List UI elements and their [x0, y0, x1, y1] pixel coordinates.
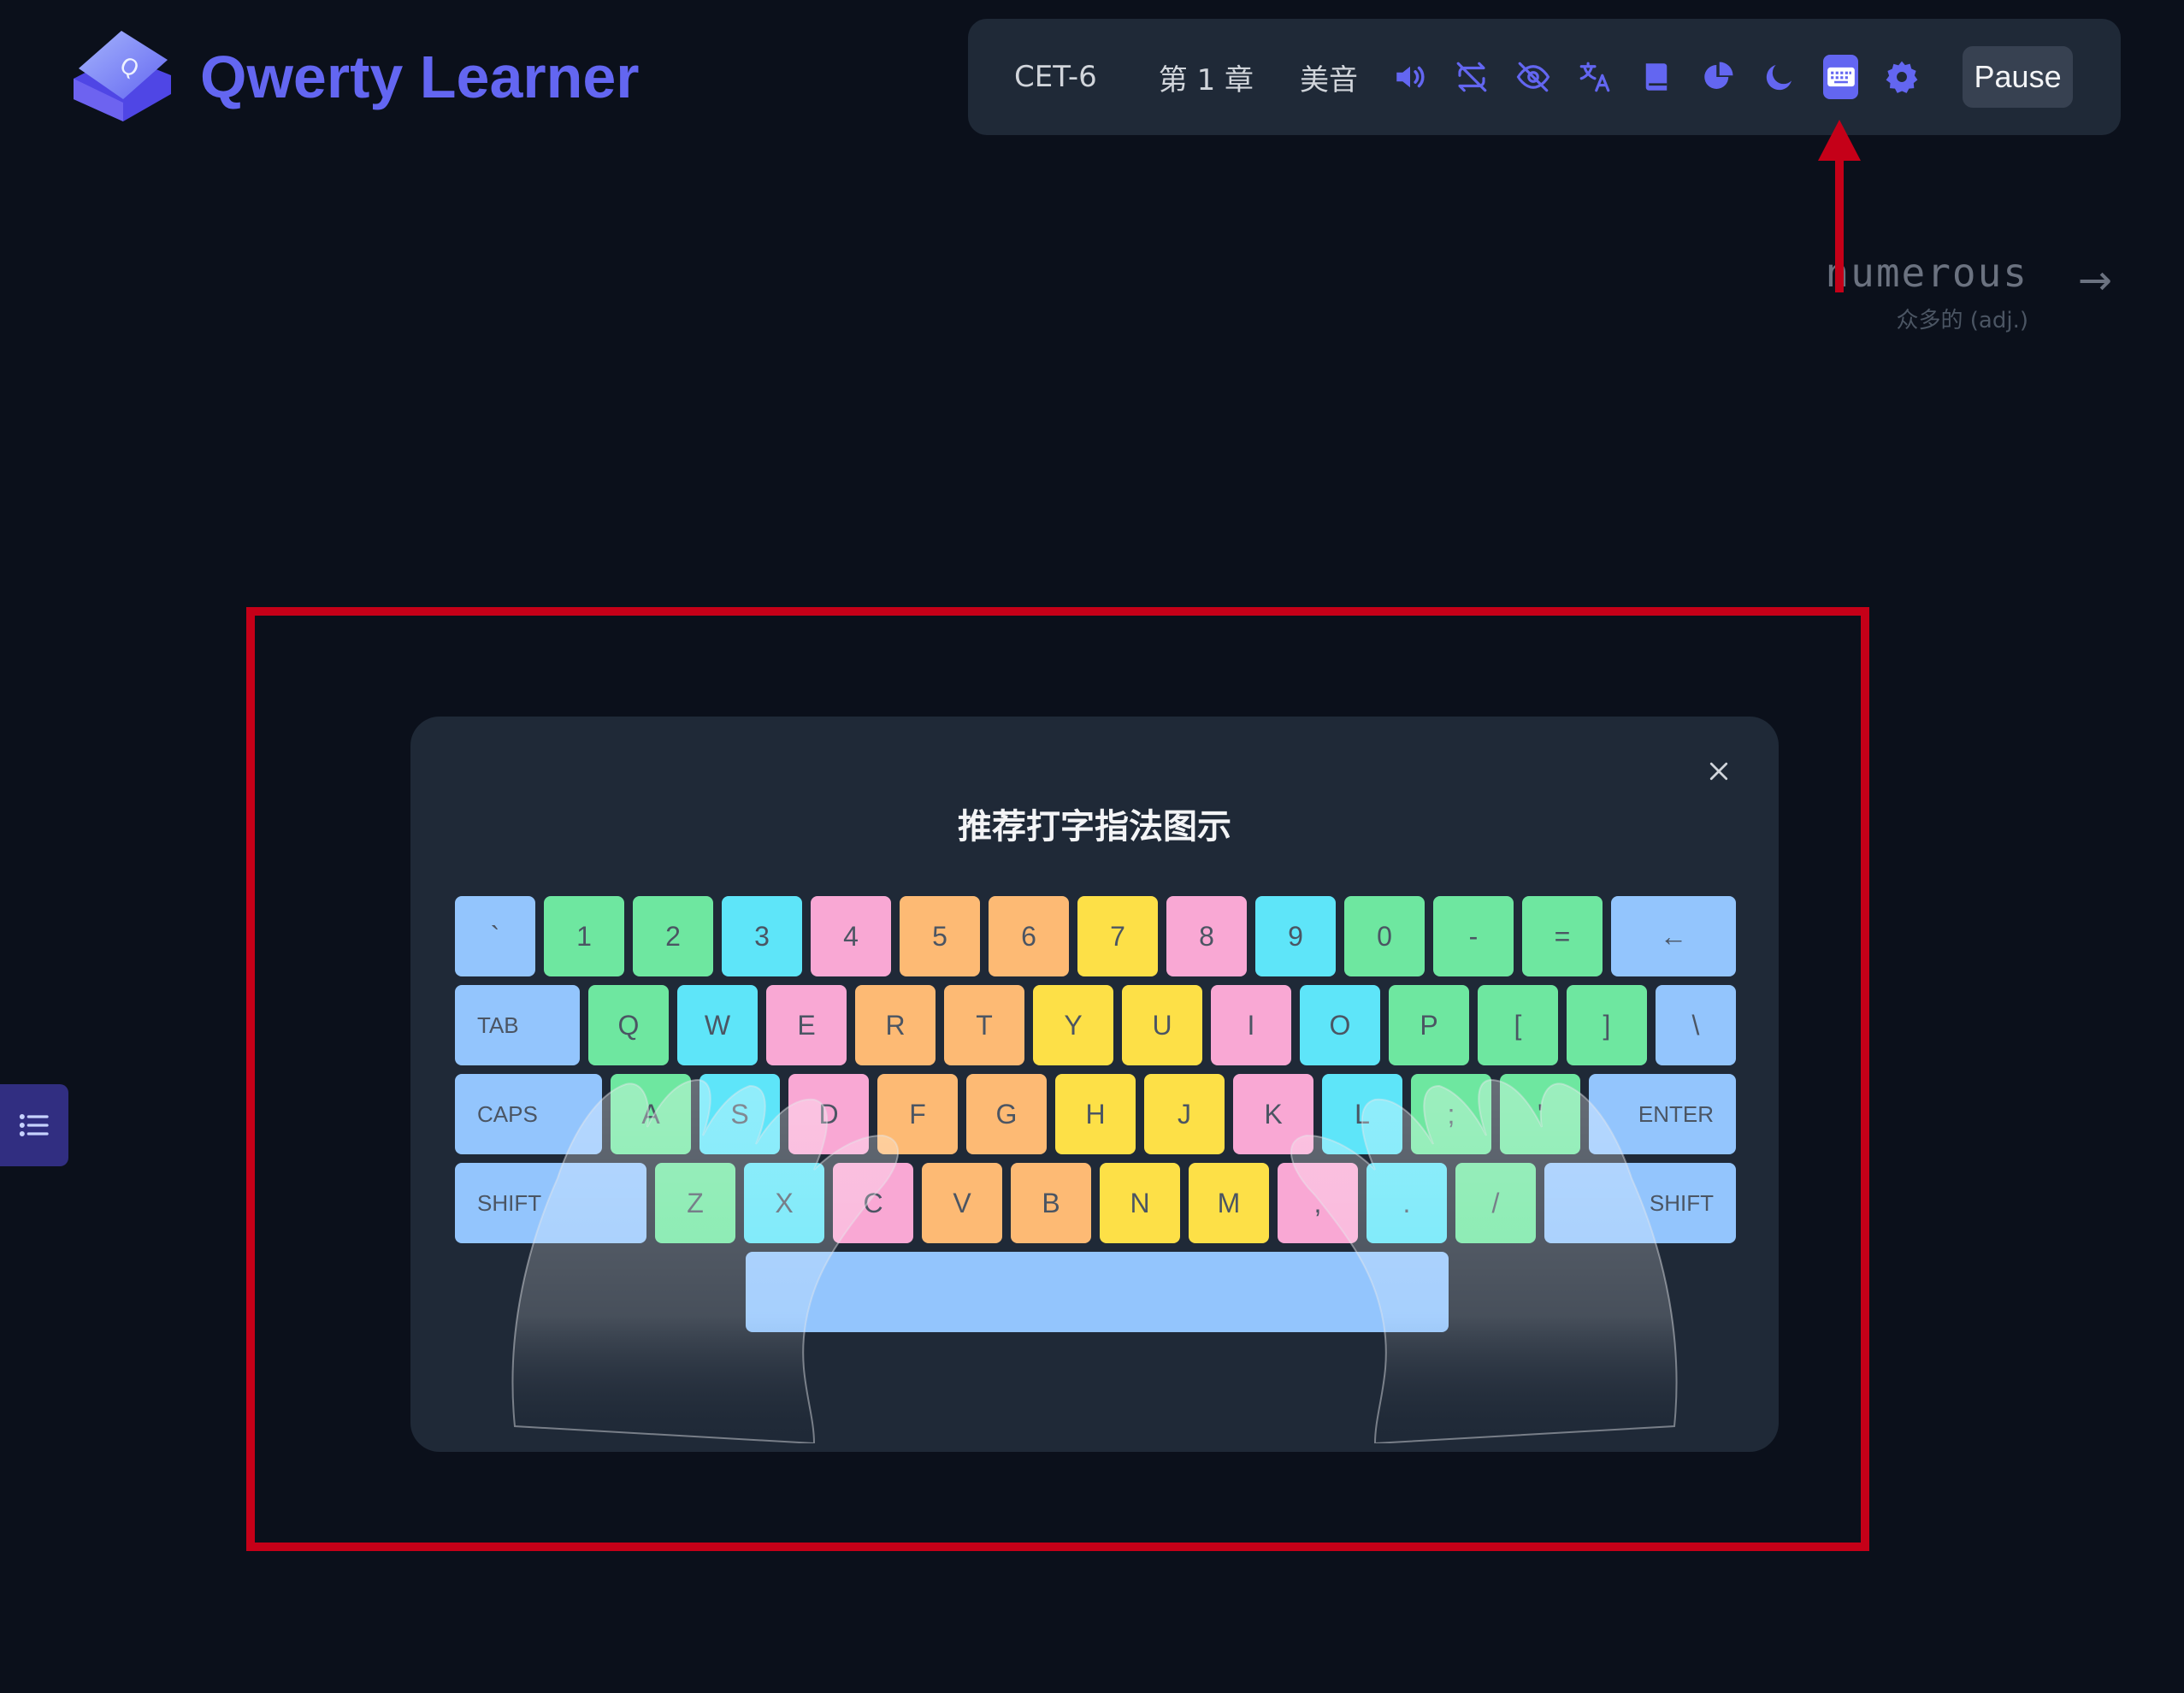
key: N [1100, 1163, 1180, 1243]
key: K [1233, 1074, 1313, 1154]
moon-icon[interactable] [1762, 59, 1797, 95]
loop-icon[interactable] [1454, 59, 1490, 95]
word-display: numerous 众多的 (adj.) → [932, 128, 2146, 342]
key: 3 [722, 896, 802, 976]
key: - [1433, 896, 1514, 976]
key: I [1211, 985, 1291, 1065]
chapter-selector[interactable]: 第 1 章 [1159, 56, 1254, 98]
key: \ [1656, 985, 1736, 1065]
key: . [1366, 1163, 1447, 1243]
key: 6 [989, 896, 1069, 976]
annotation-arrow-head [1818, 120, 1861, 161]
key: U [1122, 985, 1202, 1065]
dictionary-selector[interactable]: CET-6 [1014, 60, 1097, 94]
toolbar: CET-6 第 1 章 美音 Pause [968, 19, 2121, 135]
word-translation: 众多的 (adj.) [1896, 308, 2028, 333]
book-icon[interactable] [1638, 59, 1674, 95]
key: ENTER [1589, 1074, 1736, 1154]
app-title: Qwerty Learner [200, 44, 640, 110]
key: C [833, 1163, 913, 1243]
keycap-logo-icon: Q [74, 31, 171, 121]
key: 4 [811, 896, 891, 976]
key: G [966, 1074, 1047, 1154]
key: SHIFT [455, 1163, 646, 1243]
current-word: numerous [1825, 250, 2028, 296]
key: 7 [1077, 896, 1158, 976]
key: H [1055, 1074, 1136, 1154]
key: F [877, 1074, 958, 1154]
key: P [1389, 985, 1469, 1065]
key: ` [455, 896, 535, 976]
key: W [677, 985, 758, 1065]
keyboard-icon[interactable] [1823, 55, 1859, 99]
key: J [1144, 1074, 1225, 1154]
key: D [788, 1074, 869, 1154]
key: Q [588, 985, 669, 1065]
pie-chart-icon[interactable] [1700, 59, 1736, 95]
speaker-icon[interactable] [1392, 59, 1428, 95]
key: E [766, 985, 847, 1065]
key: O [1300, 985, 1380, 1065]
key: S [699, 1074, 780, 1154]
pronunciation-selector[interactable]: 美音 [1300, 56, 1358, 98]
key: ; [1411, 1074, 1491, 1154]
next-word-arrow-icon[interactable]: → [2078, 257, 2112, 304]
key: V [922, 1163, 1002, 1243]
key: X [744, 1163, 824, 1243]
key: ← [1611, 896, 1736, 976]
app-logo[interactable]: Q Qwerty Learner [67, 26, 640, 128]
key: Y [1033, 985, 1113, 1065]
key: 8 [1166, 896, 1247, 976]
key: M [1189, 1163, 1269, 1243]
key: 2 [633, 896, 713, 976]
key: Z [655, 1163, 735, 1243]
key: 0 [1344, 896, 1425, 976]
list-icon [19, 1113, 49, 1137]
key: = [1522, 896, 1603, 976]
key: [ [1478, 985, 1558, 1065]
key: SHIFT [1544, 1163, 1736, 1243]
key: , [1278, 1163, 1358, 1243]
key: ' [1500, 1074, 1580, 1154]
modal-title: 推荐打字指法图示 [958, 807, 1231, 846]
eye-off-icon[interactable] [1515, 59, 1551, 95]
key: TAB [455, 985, 580, 1065]
typing-guide-modal: 推荐打字指法图示 ` 1 2 3 4 5 6 7 8 9 0- = ← TAB Q W E R T Y U I O P[] \ C… [410, 717, 1779, 1452]
close-icon[interactable] [1700, 752, 1738, 790]
key: L [1322, 1074, 1402, 1154]
key: ] [1567, 985, 1647, 1065]
annotation-arrow-shaft [1835, 156, 1844, 292]
hands-overlay [511, 1078, 1678, 1443]
keyboard-diagram: ` 1 2 3 4 5 6 7 8 9 0- = ← TAB Q W E R T Y U I O P[] \ CAPS A S D F G H… [455, 896, 1736, 1443]
key: 1 [544, 896, 624, 976]
pause-button[interactable]: Pause [1963, 46, 2073, 108]
gear-icon[interactable] [1884, 59, 1920, 95]
key-space [746, 1252, 1449, 1332]
key: A [611, 1074, 691, 1154]
key: CAPS [455, 1074, 602, 1154]
key: 9 [1255, 896, 1336, 976]
key: T [944, 985, 1024, 1065]
word-list-button[interactable] [0, 1084, 68, 1166]
key: B [1011, 1163, 1091, 1243]
key: 5 [900, 896, 980, 976]
key: / [1455, 1163, 1536, 1243]
translate-icon[interactable] [1577, 59, 1613, 95]
key: R [855, 985, 936, 1065]
